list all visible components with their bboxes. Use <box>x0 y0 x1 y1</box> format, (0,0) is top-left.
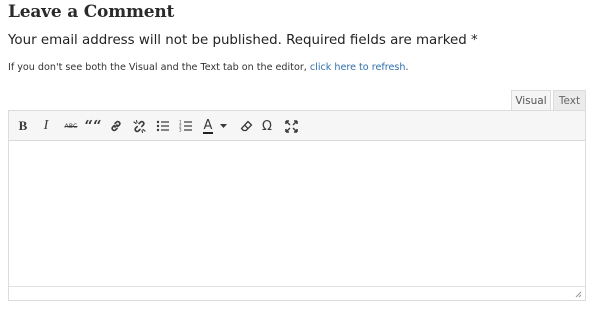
numbered-list-button[interactable]: 1 2 3 <box>177 116 195 136</box>
unlink-button[interactable] <box>130 116 148 136</box>
svg-text:3: 3 <box>179 128 182 133</box>
refresh-link[interactable]: click here to refresh <box>310 62 406 73</box>
comment-editor: B I ABC ““ 1 2 3 A Ω <box>8 110 586 301</box>
page-title: Leave a Comment <box>8 2 175 22</box>
special-character-button[interactable]: Ω <box>258 116 276 136</box>
resize-handle-icon[interactable] <box>575 291 582 298</box>
italic-icon: I <box>43 118 49 133</box>
refresh-note-suffix: . <box>405 62 409 73</box>
email-notice: Your email address will not be published… <box>8 33 478 48</box>
bold-icon: B <box>18 118 28 133</box>
bulleted-list-icon <box>156 120 169 132</box>
bulleted-list-button[interactable] <box>154 116 172 136</box>
bold-button[interactable]: B <box>14 116 32 136</box>
blockquote-button[interactable]: ““ <box>84 116 102 136</box>
clear-formatting-button[interactable] <box>237 116 255 136</box>
strikethrough-button[interactable]: ABC <box>61 116 81 136</box>
text-color-icon: A <box>202 117 214 134</box>
refresh-note: If you don't see both the Visual and the… <box>8 62 409 73</box>
tab-text[interactable]: Text <box>553 90 586 111</box>
numbered-list-icon: 1 2 3 <box>179 120 192 133</box>
editor-status-bar <box>9 286 585 300</box>
editor-toolbar: B I ABC ““ 1 2 3 A Ω <box>9 111 585 141</box>
tab-visual[interactable]: Visual <box>511 90 551 111</box>
special-character-icon: Ω <box>262 118 272 134</box>
refresh-note-text: If you don't see both the Visual and the… <box>8 62 310 73</box>
link-icon <box>111 120 121 132</box>
unlink-icon <box>132 119 146 133</box>
strikethrough-icon: ABC <box>64 122 78 130</box>
clear-formatting-icon <box>240 120 252 131</box>
text-color-dropdown[interactable] <box>218 116 228 136</box>
link-button[interactable] <box>107 116 125 136</box>
text-color-button[interactable]: A <box>199 116 217 136</box>
comment-textarea[interactable] <box>9 142 585 286</box>
italic-button[interactable]: I <box>37 116 55 136</box>
blockquote-icon: ““ <box>84 117 102 135</box>
dropdown-arrow-icon <box>219 123 227 128</box>
fullscreen-icon <box>284 119 298 133</box>
fullscreen-button[interactable] <box>282 116 300 136</box>
